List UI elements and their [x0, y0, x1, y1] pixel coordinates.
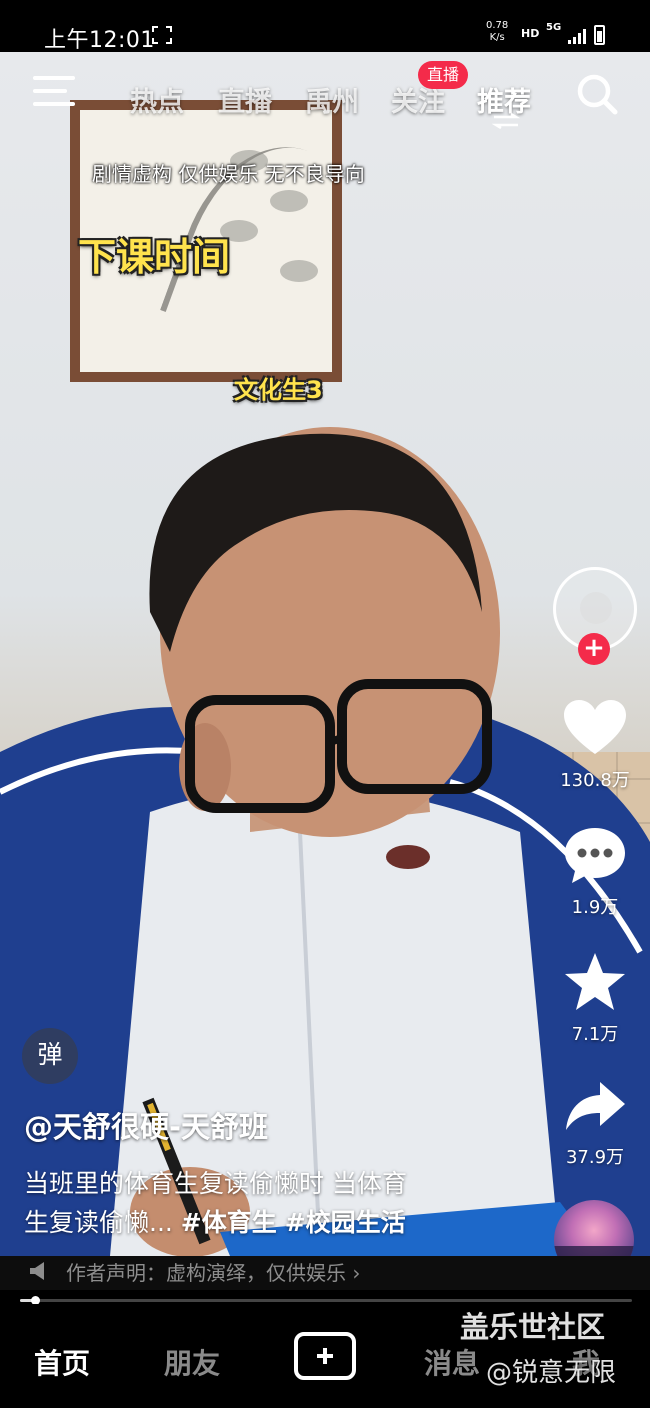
- hashtag-sports[interactable]: #体育生: [181, 1208, 277, 1237]
- signal-icon: [568, 29, 586, 44]
- battery-icon: [594, 25, 605, 45]
- tab-local[interactable]: 禹州: [305, 80, 359, 119]
- comment-count: 1.9万: [571, 897, 619, 918]
- watermark-user: @锐意无限: [486, 1358, 617, 1388]
- hashtag-campus[interactable]: #校园生活: [285, 1208, 406, 1237]
- nav-friends[interactable]: 朋友: [164, 1342, 220, 1382]
- comment-icon[interactable]: [562, 826, 628, 886]
- nav-home[interactable]: 首页: [34, 1342, 90, 1382]
- megaphone-icon: [30, 1262, 44, 1280]
- swap-arrows-icon: [492, 113, 520, 129]
- search-icon[interactable]: [575, 72, 619, 116]
- status-bar: 上午12:01 0.78 K/s HD 5G: [0, 0, 650, 53]
- menu-icon[interactable]: [33, 76, 75, 108]
- watermark-community: 盖乐世社区: [460, 1310, 606, 1344]
- tab-live[interactable]: 直播: [218, 80, 272, 119]
- heart-icon[interactable]: [562, 698, 628, 758]
- declaration-text: 作者声明：虚构演绎，仅供娱乐 ›: [66, 1261, 361, 1285]
- star-icon[interactable]: [562, 952, 628, 1012]
- video-caption-main: 下课时间: [78, 235, 231, 279]
- hd-indicator: HD: [521, 27, 540, 40]
- share-icon[interactable]: [562, 1078, 628, 1138]
- video-caption-sub: 文化生3: [234, 376, 323, 404]
- description-line-2: 生复读偷懒...: [24, 1208, 173, 1237]
- danmu-button[interactable]: 弹: [22, 1028, 78, 1084]
- live-badge: 直播: [418, 61, 468, 89]
- author-name[interactable]: @天舒很硬-天舒班: [24, 1104, 268, 1146]
- video-description[interactable]: 当班里的体育生复读偷懒时 当体育 生复读偷懒... #体育生 #校园生活: [24, 1164, 494, 1242]
- tab-hot[interactable]: 热点: [130, 80, 184, 119]
- share-count: 37.9万: [565, 1147, 625, 1168]
- favorite-count: 7.1万: [571, 1024, 619, 1045]
- description-line-1: 当班里的体育生复读偷懒时 当体育: [24, 1169, 407, 1198]
- create-post-button[interactable]: [294, 1332, 356, 1380]
- screen-capture-icon: [152, 26, 172, 44]
- status-time: 上午12:01: [44, 28, 155, 53]
- follow-button[interactable]: +: [578, 633, 610, 665]
- video-disclaimer: 剧情虚构 仅供娱乐 无不良导向: [92, 162, 365, 186]
- author-declaration[interactable]: 作者声明：虚构演绎，仅供娱乐 ›: [0, 1256, 650, 1290]
- nav-messages[interactable]: 消息: [424, 1342, 480, 1382]
- video-progress-bar[interactable]: [20, 1296, 632, 1305]
- network-type: 5G: [546, 22, 562, 33]
- like-count: 130.8万: [560, 770, 630, 791]
- network-speed: 0.78 K/s: [486, 20, 509, 43]
